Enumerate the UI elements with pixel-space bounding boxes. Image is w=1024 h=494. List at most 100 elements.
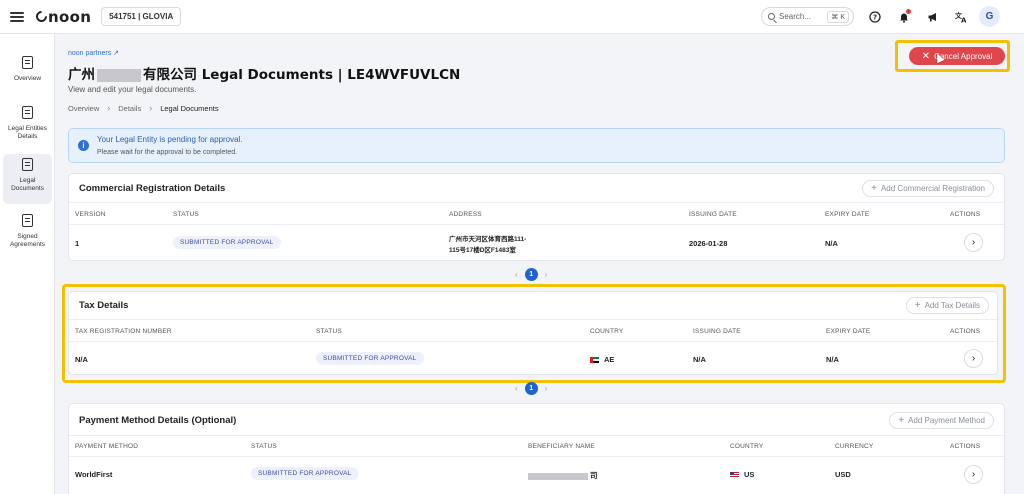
row-action-button[interactable]: ›: [964, 233, 983, 252]
add-tax-details-button[interactable]: + Add Tax Details: [905, 297, 989, 314]
divider: [69, 202, 1004, 203]
cancel-approval-button[interactable]: ✕ Cancel Approval: [909, 47, 1005, 65]
breadcrumb: Overview › Details › Legal Documents: [68, 103, 219, 113]
cell-version: 1: [75, 239, 80, 248]
column-header: ISSUING DATE: [689, 211, 737, 218]
notification-dot: [906, 9, 911, 14]
alert-message: Please wait for the approval to be compl…: [97, 149, 238, 156]
cell-address-line1: 广州市天河区体育西路111-: [449, 236, 527, 243]
store-selector[interactable]: 541751 | GLOVIA: [101, 7, 182, 26]
clipboard-icon: [22, 56, 33, 69]
column-header: ACTIONS: [950, 211, 981, 218]
search-icon: [768, 13, 775, 20]
payment-method-card: Payment Method Details (Optional) + Add P…: [68, 403, 1005, 494]
help-icon[interactable]: ?: [867, 9, 883, 25]
column-header: PAYMENT METHOD: [75, 443, 139, 450]
uae-flag-icon: [590, 357, 599, 364]
svg-text:A: A: [961, 17, 967, 24]
next-page-icon[interactable]: ›: [545, 270, 548, 279]
noon-logo[interactable]: noon: [33, 8, 91, 26]
status-badge: SUBMITTED FOR APPROVAL: [251, 467, 359, 480]
column-header: CURRENCY: [835, 443, 874, 450]
column-header: STATUS: [316, 328, 342, 335]
cell-currency: USD: [835, 470, 851, 479]
prev-page-icon[interactable]: ‹: [515, 270, 518, 279]
cell-country: US: [730, 470, 754, 479]
redacted-beneficiary-name: [528, 472, 588, 480]
page-subtitle: View and edit your legal documents.: [68, 85, 197, 94]
row-action-button[interactable]: ›: [964, 465, 983, 484]
signed-document-icon: [22, 214, 33, 227]
search-input[interactable]: Search... ⌘ K: [761, 7, 854, 26]
card-title: Tax Details: [79, 300, 129, 311]
cell-country: AE: [590, 355, 614, 364]
column-header: EXPIRY DATE: [826, 328, 871, 335]
main-content: noon partners ↗ 广州 有限公司 Legal Documents |…: [56, 34, 1024, 494]
hamburger-menu-icon[interactable]: [10, 11, 24, 22]
top-bar: noon 541751 | GLOVIA Search... ⌘ K ? 文A …: [0, 0, 1024, 34]
page-number[interactable]: 1: [524, 268, 538, 281]
column-header: ACTIONS: [950, 443, 981, 450]
commercial-pagination: ‹ 1 ›: [515, 268, 547, 281]
tax-pagination: ‹ 1 ›: [515, 382, 547, 395]
chevron-right-icon: ›: [107, 103, 111, 113]
chevron-right-icon: ›: [971, 469, 976, 480]
cell-tax-number: N/A: [75, 355, 88, 364]
next-page-icon[interactable]: ›: [545, 384, 548, 393]
column-header: ACTIONS: [950, 328, 981, 335]
divider: [69, 224, 1004, 225]
page-title: 广州 有限公司 Legal Documents | LE4WVFUVLCN: [68, 67, 461, 83]
column-header: ISSUING DATE: [693, 328, 741, 335]
logo-arc-icon: [33, 8, 50, 25]
cell-issuing-date: 2026-01-28: [689, 239, 728, 248]
card-title: Commercial Registration Details: [79, 183, 226, 194]
plus-icon: +: [898, 415, 905, 426]
cell-expiry-date: N/A: [825, 239, 838, 248]
documents-icon: [22, 158, 33, 171]
sidebar-item-legal-entities[interactable]: Legal Entities Details: [3, 102, 52, 148]
search-shortcut: ⌘ K: [827, 10, 849, 23]
info-icon: i: [78, 140, 89, 151]
us-flag-icon: [730, 472, 739, 479]
sidebar-item-legal-documents[interactable]: Legal Documents: [3, 154, 52, 204]
noon-partners-link[interactable]: noon partners ↗: [68, 49, 119, 57]
redacted-company-name: [97, 68, 141, 82]
sidebar-item-overview[interactable]: Overview: [3, 52, 52, 94]
status-badge: SUBMITTED FOR APPROVAL: [316, 352, 424, 365]
close-icon: ✕: [921, 50, 931, 62]
cell-address-line2: 115号17楼D区F1483室: [449, 247, 516, 254]
row-action-button[interactable]: ›: [964, 349, 983, 368]
document-search-icon: [22, 106, 33, 119]
plus-icon: +: [914, 300, 921, 311]
cell-issuing-date: N/A: [693, 355, 706, 364]
breadcrumb-overview[interactable]: Overview: [68, 104, 99, 113]
chevron-right-icon: ›: [149, 103, 153, 113]
svg-text:?: ?: [873, 14, 877, 22]
sidebar-item-signed-agreements[interactable]: Signed Agreements: [3, 210, 52, 258]
column-header: BENEFICIARY NAME: [528, 443, 595, 450]
divider: [69, 319, 997, 320]
add-commercial-registration-button[interactable]: + Add Commercial Registration: [862, 180, 994, 197]
tax-details-card: Tax Details + Add Tax Details TAX REGISTR…: [68, 291, 998, 375]
bell-icon[interactable]: [896, 9, 912, 25]
plus-icon: +: [871, 183, 877, 194]
alert-title: Your Legal Entity is pending for approva…: [97, 135, 243, 144]
column-header: COUNTRY: [730, 443, 764, 450]
page-number[interactable]: 1: [524, 382, 538, 395]
add-payment-method-button[interactable]: + Add Payment Method: [889, 412, 994, 429]
column-header: STATUS: [251, 443, 277, 450]
cell-expiry-date: N/A: [826, 355, 839, 364]
commercial-registration-card: Commercial Registration Details + Add Com…: [68, 173, 1005, 261]
breadcrumb-legal-documents: Legal Documents: [160, 103, 219, 113]
chevron-right-icon: ›: [971, 353, 976, 364]
pending-approval-alert: i Your Legal Entity is pending for appro…: [68, 128, 1005, 163]
prev-page-icon[interactable]: ‹: [515, 384, 518, 393]
breadcrumb-details[interactable]: Details: [118, 104, 141, 113]
megaphone-icon[interactable]: [925, 9, 941, 25]
column-header: TAX REGISTRATION NUMBER: [75, 328, 172, 335]
chevron-right-icon: ›: [971, 237, 976, 248]
translate-icon[interactable]: 文A: [953, 9, 969, 25]
avatar[interactable]: G: [979, 6, 1000, 27]
column-header: EXPIRY DATE: [825, 211, 870, 218]
divider: [69, 456, 1004, 457]
